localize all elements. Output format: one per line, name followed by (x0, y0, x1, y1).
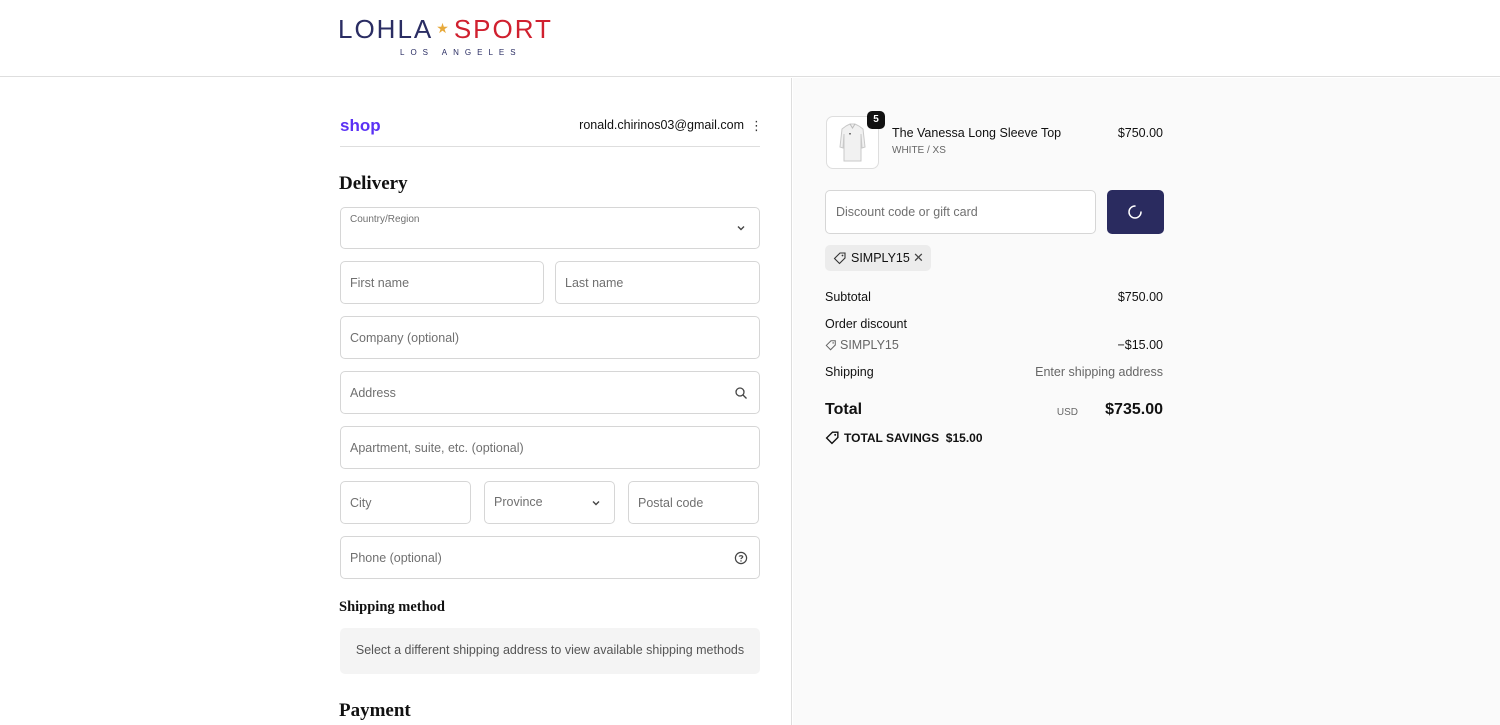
city-placeholder: City (350, 495, 372, 510)
last-name-field[interactable]: Last name (555, 261, 760, 304)
total-label: Total (825, 401, 863, 418)
quantity-badge: 5 (867, 111, 885, 129)
help-circle-icon[interactable] (734, 551, 748, 565)
discount-code-placeholder: Discount code or gift card (836, 205, 978, 219)
tag-icon (825, 340, 836, 351)
country-label: Country/Region (350, 214, 420, 225)
order-discount-code: SIMPLY15 (825, 338, 899, 352)
chevron-down-icon (592, 500, 600, 505)
postal-code-placeholder: Postal code (638, 495, 704, 510)
city-field[interactable]: City (340, 481, 471, 524)
last-name-placeholder: Last name (565, 275, 624, 290)
first-name-placeholder: First name (350, 275, 410, 290)
order-summary-column: 5 The Vanessa Long Sleeve Top WHITE / XS… (793, 78, 1500, 725)
tag-icon (825, 431, 839, 445)
product-price: $750.00 (1117, 126, 1163, 140)
total-savings: TOTAL SAVINGS $15.00 (825, 430, 983, 445)
total-value: $735.00 (1105, 401, 1163, 418)
subtotal-label: Subtotal (825, 290, 871, 304)
shop-pay-logo: shop (340, 116, 381, 135)
kebab-menu-icon[interactable]: ⋮ (750, 118, 763, 134)
order-discount-label: Order discount (825, 317, 907, 331)
apartment-placeholder: Apartment, suite, etc. (optional) (350, 440, 524, 455)
subtotal-value: $750.00 (1117, 290, 1163, 304)
shipping-label: Shipping (825, 365, 874, 379)
brand-logo[interactable]: LOHLA ★ SPORT LOS ANGELES (338, 13, 598, 63)
shipping-method-heading: Shipping method (339, 599, 445, 615)
postal-code-field[interactable]: Postal code (628, 481, 759, 524)
phone-placeholder: Phone (optional) (350, 550, 442, 565)
shipping-method-note: Select a different shipping address to v… (355, 643, 745, 657)
discount-code-field[interactable]: Discount code or gift card (825, 190, 1096, 234)
remove-discount-icon[interactable]: ✕ (913, 250, 924, 266)
apply-discount-button[interactable] (1107, 190, 1164, 234)
payment-heading: Payment (339, 700, 411, 721)
address-field[interactable]: Address (340, 371, 760, 414)
order-discount-value: −$15.00 (1117, 338, 1163, 352)
order-discount-code-text: SIMPLY15 (840, 338, 899, 352)
delivery-heading: Delivery (339, 173, 408, 194)
applied-discount-tag: SIMPLY15 ✕ (825, 245, 931, 271)
company-placeholder: Company (optional) (350, 330, 460, 345)
shipping-value: Enter shipping address (1035, 365, 1163, 379)
brand-tagline: LOS ANGELES (400, 48, 522, 57)
apartment-field[interactable]: Apartment, suite, etc. (optional) (340, 426, 760, 469)
company-field[interactable]: Company (optional) (340, 316, 760, 359)
shipping-method-notice: Select a different shipping address to v… (340, 628, 760, 674)
total-savings-value: $15.00 (945, 431, 983, 445)
brand-wordmark: LOHLA ★ SPORT (338, 13, 598, 44)
checkout-form-column: shop ronald.chirinos03@gmail.com ⋮ Deliv… (0, 78, 792, 725)
phone-field[interactable]: Phone (optional) (340, 536, 760, 579)
total-savings-label: TOTAL SAVINGS (844, 431, 940, 445)
shop-account-row: shop ronald.chirinos03@gmail.com ⋮ (340, 114, 763, 147)
search-icon (735, 386, 747, 399)
loading-spinner-icon (1128, 205, 1142, 219)
account-email: ronald.chirinos03@gmail.com (579, 118, 744, 132)
tag-icon (833, 252, 846, 265)
site-header: LOHLA ★ SPORT LOS ANGELES (0, 0, 1500, 77)
first-name-field[interactable]: First name (340, 261, 544, 304)
star-icon: ★ (436, 20, 451, 36)
province-placeholder: Province (494, 495, 543, 509)
total-currency: USD (1056, 407, 1078, 418)
brand-name-part1: LOHLA (338, 14, 434, 44)
province-select[interactable]: Province (484, 481, 615, 524)
country-select[interactable]: Country/Region (340, 207, 760, 249)
chevron-down-icon (737, 226, 745, 231)
applied-code-label: SIMPLY15 (851, 251, 910, 265)
product-variant: WHITE / XS (892, 145, 946, 156)
brand-name-part2: SPORT (453, 14, 553, 44)
product-name: The Vanessa Long Sleeve Top (892, 126, 1062, 140)
address-placeholder: Address (350, 385, 396, 400)
